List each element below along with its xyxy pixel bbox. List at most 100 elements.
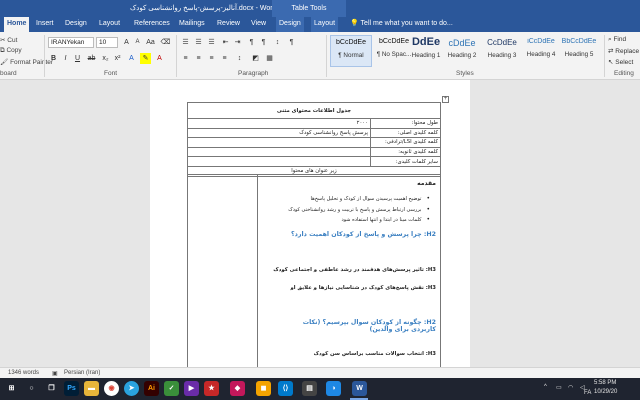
table-cell-key[interactable]: کلمه کلیدی LSI/ترادفی: <box>370 137 441 148</box>
shrink-font-icon[interactable]: A <box>132 37 143 48</box>
tray-chevron-icon[interactable]: ^ <box>544 384 547 390</box>
change-case-icon[interactable]: Aa <box>145 37 156 48</box>
increase-indent-icon[interactable]: ⇥ <box>232 37 243 48</box>
clock-time[interactable]: 5:58 PM <box>594 380 616 386</box>
ltr-icon[interactable]: ¶ <box>246 37 257 48</box>
align-right-icon[interactable]: ≡ <box>206 53 217 64</box>
table-cell-key[interactable]: طول محتوا: <box>370 118 441 129</box>
h2-heading[interactable]: H2: چگونه از کودکان سوال بپرسیم؟ (نکات ک… <box>296 319 436 333</box>
italic-icon[interactable]: I <box>60 53 71 64</box>
task-view-icon[interactable]: ❐ <box>44 381 59 396</box>
list-item[interactable]: بررسی ارتباط پرسش و پاسخ با تربیت و رشد … <box>288 205 430 216</box>
borders-icon[interactable]: ▦ <box>264 53 275 64</box>
table-title[interactable]: جدول اطلاعات محتوای متنی <box>187 102 441 119</box>
table-cell-value[interactable] <box>187 137 371 148</box>
intro-heading[interactable]: مقدمه <box>417 180 436 187</box>
font-color-icon[interactable]: A <box>154 53 165 64</box>
list-item[interactable]: کلمات مینا در ابتدا و انتها استفاده شود <box>288 215 430 226</box>
app-icon[interactable]: ◆ <box>230 381 245 396</box>
tab-insert[interactable]: Insert <box>33 17 57 32</box>
table-row[interactable]: سایر کلمات کلیدی: <box>187 156 441 167</box>
table-cell-key[interactable]: سایر کلمات کلیدی: <box>370 156 441 167</box>
superscript-icon[interactable]: x² <box>112 53 123 64</box>
telegram-icon[interactable]: ➤ <box>124 381 139 396</box>
select-button[interactable]: ↖ Select <box>608 58 633 66</box>
table-cell-value[interactable] <box>187 146 371 158</box>
search-icon[interactable]: ○ <box>24 381 39 396</box>
list-item[interactable]: توضیح اهمیت پرسیدن سوال از کودک و تحلیل … <box>288 194 430 205</box>
shading-icon[interactable]: ◩ <box>250 53 261 64</box>
tell-me-box[interactable]: 💡 Tell me what you want to do... <box>350 17 453 32</box>
subscript-icon[interactable]: x₂ <box>100 53 111 64</box>
ai-icon[interactable]: Ai <box>144 381 159 396</box>
input-language-label[interactable]: FA <box>584 390 591 396</box>
grow-font-icon[interactable]: A <box>121 37 132 48</box>
h3-heading[interactable]: H3: تاثیر پرسش‌های هدفمند در رشد عاطفی و… <box>273 267 436 273</box>
tab-table-design[interactable]: Design <box>276 17 304 32</box>
table-row[interactable]: کلمه کلیدی ثانویه: <box>187 146 441 158</box>
table-cell-value[interactable] <box>187 156 371 167</box>
text-effects-icon[interactable]: A <box>126 53 137 64</box>
sort-icon[interactable]: ↕ <box>272 37 283 48</box>
tab-design[interactable]: Design <box>62 17 90 32</box>
tab-mailings[interactable]: Mailings <box>176 17 208 32</box>
vscode-icon[interactable]: ⟨⟩ <box>278 381 293 396</box>
table-cell-value[interactable]: پرسش پاسخ روانشناسی کودک <box>187 127 371 139</box>
table-row[interactable]: کلمه کلیدی LSI/ترادفی: <box>187 137 441 148</box>
font-size-select[interactable]: 10 <box>96 37 118 48</box>
outline-content-cell[interactable]: مقدمه توضیح اهمیت پرسیدن سوال از کودک و … <box>256 175 440 367</box>
tab-home[interactable]: Home <box>4 17 30 32</box>
font-name-select[interactable]: IRANYekan <box>48 37 94 48</box>
bold-icon[interactable]: B <box>48 53 59 64</box>
word-count[interactable]: 1346 words <box>8 370 39 376</box>
app-icon[interactable]: ★ <box>204 381 219 396</box>
metadata-table[interactable]: جدول اطلاعات محتوای متنی طول محتوا: ۲۰۰۰… <box>187 102 441 177</box>
h2-heading[interactable]: H2: چرا پرسش و پاسخ از کودکان اهمیت دارد… <box>260 231 436 238</box>
format-painter-button[interactable]: 🖌 Format Painter <box>0 58 53 66</box>
rtl-icon[interactable]: ¶ <box>258 37 269 48</box>
app-icon[interactable]: ◑ <box>326 381 341 396</box>
proofing-icon[interactable]: ▣ <box>52 370 58 377</box>
outline-notes-cell[interactable] <box>188 175 258 367</box>
table-cell-value[interactable]: ۲۰۰۰ <box>187 118 371 129</box>
h3-heading[interactable]: H3: انتخاب سوالات مناسب براساس سن کودک <box>314 351 436 357</box>
justify-icon[interactable]: ≡ <box>219 53 230 64</box>
decrease-indent-icon[interactable]: ⇤ <box>220 37 231 48</box>
tab-table-layout[interactable]: Layout <box>311 17 339 32</box>
underline-icon[interactable]: U <box>72 53 83 64</box>
align-center-icon[interactable]: ≡ <box>193 53 204 64</box>
table-move-handle-icon[interactable]: + <box>442 96 449 103</box>
line-spacing-icon[interactable]: ↕ <box>234 53 245 64</box>
document-page[interactable]: جدول اطلاعات محتوای متنی طول محتوا: ۲۰۰۰… <box>150 80 470 367</box>
folder-icon[interactable]: ▬ <box>84 381 99 396</box>
table-row[interactable]: کلمه کلیدی اصلی: پرسش پاسخ روانشناسی کود… <box>187 127 441 139</box>
tab-view[interactable]: View <box>248 17 269 32</box>
vector-icon[interactable]: ✓ <box>164 381 179 396</box>
outline-table[interactable]: مقدمه توضیح اهمیت پرسیدن سوال از کودک و … <box>187 174 441 367</box>
tab-references[interactable]: References <box>131 17 173 32</box>
table-cell-key[interactable]: کلمه کلیدی ثانویه: <box>370 146 441 158</box>
find-button[interactable]: ⌕ Find <box>608 36 626 44</box>
table-cell-key[interactable]: کلمه کلیدی اصلی: <box>370 127 441 139</box>
clock-date[interactable]: 10/29/20 <box>594 389 617 395</box>
table-row[interactable]: طول محتوا: ۲۰۰۰ <box>187 118 441 129</box>
tab-layout[interactable]: Layout <box>96 17 123 32</box>
photoshop-icon[interactable]: Ps <box>64 381 79 396</box>
style-normal[interactable]: bCcDdEe ¶ Normal <box>330 35 372 67</box>
chrome-icon[interactable]: ◉ <box>104 381 119 396</box>
bullet-list[interactable]: توضیح اهمیت پرسیدن سوال از کودک و تحلیل … <box>288 194 430 226</box>
strikethrough-icon[interactable]: ab <box>86 53 97 64</box>
language-indicator[interactable]: Persian (Iran) <box>64 370 100 376</box>
cut-button[interactable]: ✂ Cut <box>0 36 17 44</box>
multilevel-list-icon[interactable]: ☰ <box>206 37 217 48</box>
bullets-icon[interactable]: ☰ <box>180 37 191 48</box>
app-icon[interactable]: ◼ <box>256 381 271 396</box>
replace-button[interactable]: ⇄ Replace <box>608 47 639 55</box>
tab-review[interactable]: Review <box>214 17 243 32</box>
highlight-icon[interactable]: ✎ <box>140 53 151 64</box>
clear-formatting-icon[interactable]: ⌫ <box>160 37 171 48</box>
media-icon[interactable]: ▶ <box>184 381 199 396</box>
copy-button[interactable]: ⧉ Copy <box>0 47 22 55</box>
numbering-icon[interactable]: ☰ <box>193 37 204 48</box>
network-icon[interactable]: ◠ <box>568 384 573 391</box>
